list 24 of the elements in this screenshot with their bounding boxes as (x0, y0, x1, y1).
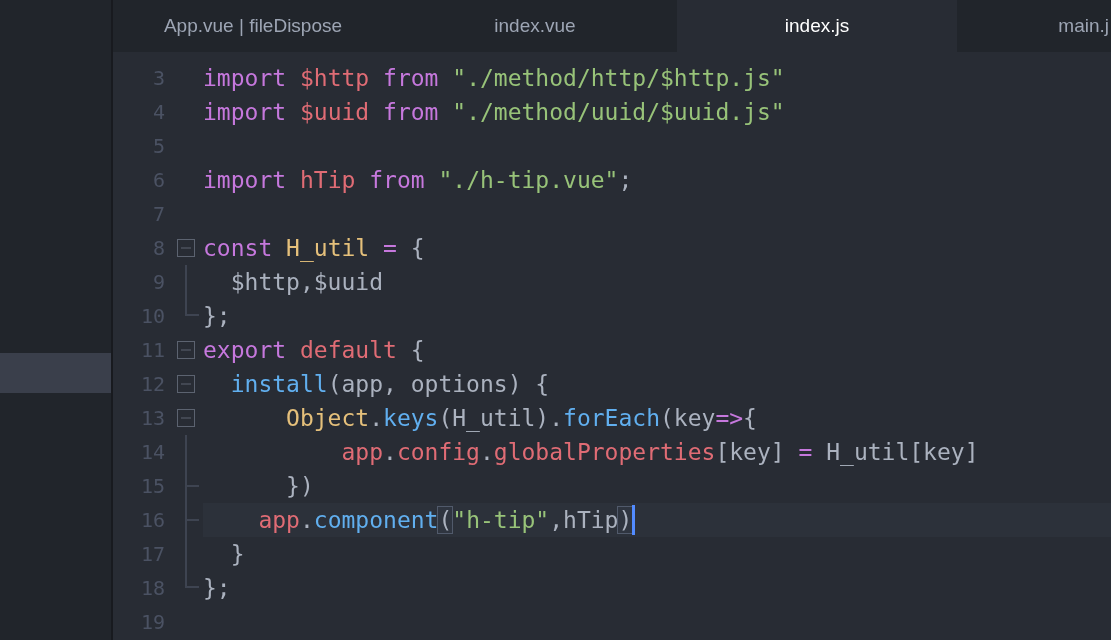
text-cursor (632, 505, 636, 535)
code-line: Object.keys(H_util).forEach(key=>{ (285, 404, 757, 434)
code-line: } (229, 540, 245, 569)
code-line: }) (285, 472, 314, 501)
code-line: app.config.globalProperties[key] = H_util[key] (340, 438, 979, 468)
code-line: export default { (203, 336, 425, 365)
fold-branch-line (185, 469, 199, 503)
code-line: import hTip from "./h-tip.vue"; (203, 166, 633, 195)
code-line: }; (203, 574, 231, 603)
fold-minus-icon[interactable] (177, 409, 195, 427)
fold-branch-line (185, 503, 199, 537)
code-line: import $uuid from "./method/uuid/$uuid.js" (203, 98, 785, 127)
fold-end-line (185, 299, 199, 316)
fold-minus-icon[interactable] (177, 239, 195, 257)
code-line: install(app, options) { (229, 370, 550, 399)
fold-minus-icon[interactable] (177, 375, 195, 393)
code-line: $http,$uuid (229, 268, 383, 297)
fold-minus-icon[interactable] (177, 341, 195, 359)
fold-end-line (185, 571, 199, 588)
code-line: import $http from "./method/http/$http.js" (203, 64, 785, 93)
code-line: }; (203, 302, 231, 331)
file-tab[interactable]: index.js (677, 0, 957, 53)
code-line: app.component("h-tip",hTip) (257, 506, 633, 535)
code-line: const H_util = { (203, 234, 425, 264)
